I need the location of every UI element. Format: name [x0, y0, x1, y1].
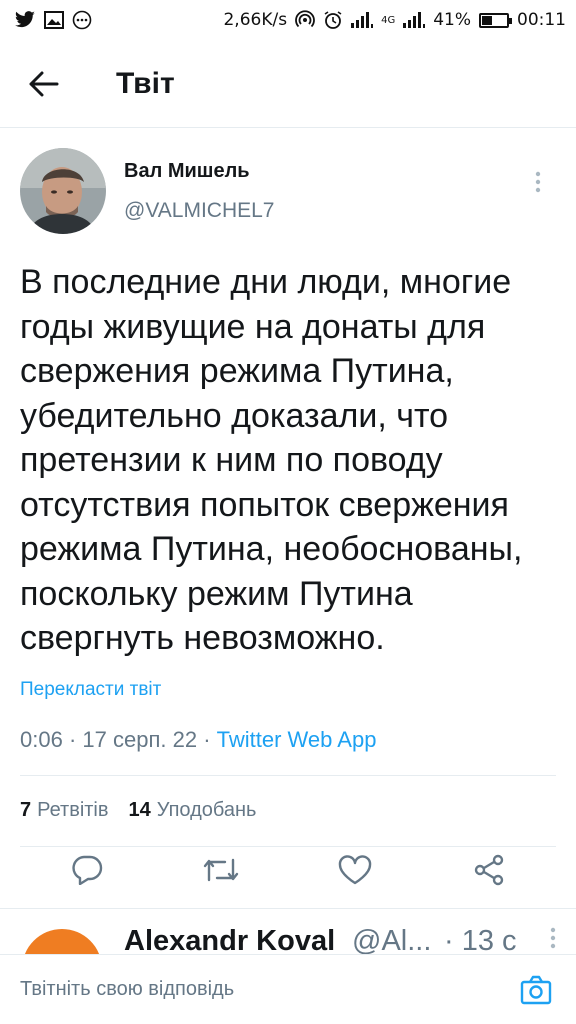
author-name[interactable]: Вал Мишель: [124, 160, 274, 183]
tweet-time: 0:06: [20, 726, 63, 752]
author-handle[interactable]: @VALMICHEL7: [124, 199, 274, 223]
tweet-date: 17 серп. 22: [82, 726, 198, 752]
share-button[interactable]: [465, 846, 513, 894]
author-row: Вал Мишель @VALMICHEL7: [20, 148, 556, 234]
more-vertical-icon: [535, 171, 541, 193]
tweet-meta: 0:06 · 17 серп. 22 · Twitter Web App: [20, 727, 556, 753]
likes-stat[interactable]: 14 Уподобань: [129, 799, 257, 822]
likes-count: 14: [128, 799, 151, 821]
reply-icon: [72, 855, 103, 885]
status-bar-right: 2,66K/s 4G 41% 00:11: [223, 10, 566, 30]
battery-icon: [479, 12, 512, 28]
battery-percent: 41%: [433, 10, 471, 30]
arrow-left-icon: [29, 71, 59, 96]
network-type: 4G: [381, 14, 396, 26]
avatar[interactable]: [20, 148, 106, 234]
page-title: Твіт: [116, 66, 175, 100]
more-vertical-icon: [550, 927, 556, 949]
reply-avatar[interactable]: [22, 929, 102, 954]
meta-separator: ·: [68, 726, 77, 752]
reply-preview[interactable]: Alexandr Koval @Al... · 13 с: [0, 908, 576, 954]
retweet-icon: [203, 858, 239, 882]
tweet-more-button[interactable]: [526, 162, 550, 202]
app-header: Твіт: [0, 40, 576, 128]
image-icon: [44, 11, 64, 29]
reply-button[interactable]: [63, 846, 111, 894]
camera-button[interactable]: [516, 970, 556, 1010]
tweet-text: В последние дни люди, многие годы живущи…: [20, 263, 523, 657]
like-icon: [338, 855, 372, 885]
tweet-source-link[interactable]: Twitter Web App: [217, 727, 377, 752]
translate-link[interactable]: Перекласти твіт: [20, 679, 161, 701]
battery-fill: [482, 15, 492, 25]
likes-label: Уподобань: [156, 799, 257, 821]
reply-compose-bar: [0, 954, 576, 1024]
reply-author-name: Alexandr Koval: [124, 925, 336, 954]
reply-time: · 13 с: [444, 925, 517, 954]
status-bar: 2,66K/s 4G 41% 00:11: [0, 0, 576, 40]
status-bar-left: [14, 10, 92, 30]
tweet-detail: Вал Мишель @VALMICHEL7 В последние дни л…: [0, 128, 576, 847]
twitter-icon: [14, 11, 36, 29]
signal-icon: [351, 12, 374, 28]
author-info: Вал Мишель @VALMICHEL7: [124, 160, 274, 223]
like-button[interactable]: [331, 846, 379, 894]
back-button[interactable]: [12, 52, 76, 116]
more-dots-icon: [72, 10, 92, 30]
reply-input[interactable]: [20, 978, 516, 1001]
retweets-count: 7: [20, 799, 32, 821]
share-icon: [474, 854, 504, 886]
network-speed: 2,66K/s: [223, 10, 288, 30]
hotspot-icon: [295, 10, 315, 30]
camera-icon: [520, 975, 552, 1004]
meta-separator: ·: [203, 726, 211, 752]
reply-author-handle: @Al...: [352, 925, 432, 954]
retweets-stat[interactable]: 7 Ретвітів: [20, 799, 109, 822]
signal-4g-icon: [403, 12, 426, 28]
reply-more-button[interactable]: [550, 927, 556, 954]
tweet-actions: [0, 832, 576, 908]
retweets-label: Ретвітів: [37, 799, 109, 821]
alarm-icon: [323, 10, 343, 30]
retweet-button[interactable]: [197, 846, 245, 894]
status-time: 00:11: [517, 10, 566, 30]
